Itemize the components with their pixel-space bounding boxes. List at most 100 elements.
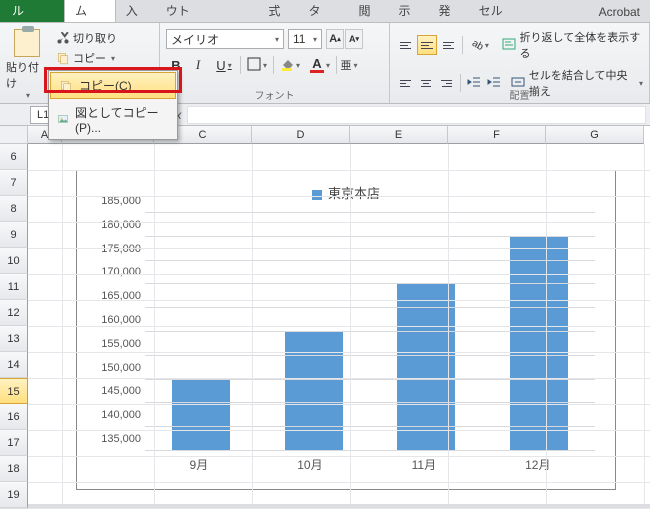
legend-label: 東京本店 <box>328 186 380 201</box>
row-header-11[interactable]: 11 <box>0 274 28 300</box>
row-header-13[interactable]: 13 <box>0 326 28 352</box>
cut-button[interactable]: 切り取り <box>52 29 121 47</box>
grid-area[interactable]: 東京本店 135,000 140,000 145,000 150,000 155,000… <box>28 144 650 504</box>
tab-formulas[interactable]: 数式 <box>258 0 298 22</box>
orientation-button[interactable]: ab▾ <box>467 35 494 55</box>
copy-icon <box>56 51 70 65</box>
font-color-icon: A <box>310 58 324 73</box>
tab-insert[interactable]: 挿入 <box>116 0 156 22</box>
copy-button[interactable]: コピー ▾ <box>52 49 121 67</box>
row-header-15[interactable]: 15 <box>0 378 28 404</box>
chevron-down-icon: ▾ <box>263 61 267 70</box>
chart-y-tick: 155,000 <box>91 338 141 350</box>
picture-icon <box>57 113 69 127</box>
tab-developer[interactable]: 開発 <box>429 0 469 22</box>
border-button[interactable]: ▾ <box>243 55 271 75</box>
tab-data[interactable]: データ <box>298 0 348 22</box>
decrease-font-button[interactable]: A▾ <box>345 29 363 49</box>
column-header-E[interactable]: E <box>350 126 448 144</box>
chevron-down-icon: ▾ <box>26 91 30 100</box>
chart-y-tick: 145,000 <box>91 385 141 397</box>
tab-acrobat[interactable]: Acrobat <box>589 2 650 22</box>
menu-item-copy[interactable]: コピー(C) <box>50 72 176 99</box>
wrap-icon <box>502 37 516 54</box>
legend-swatch <box>312 190 322 200</box>
row-header-17[interactable]: 17 <box>0 430 28 456</box>
ribbon: 貼り付け ▾ 切り取り コピー ▾ <box>0 22 650 104</box>
row-header-19[interactable]: 19 <box>0 482 28 508</box>
embedded-chart[interactable]: 東京本店 135,000 140,000 145,000 150,000 155,000… <box>76 170 616 490</box>
column-header-G[interactable]: G <box>546 126 644 144</box>
chevron-down-icon: ▾ <box>485 41 489 50</box>
row-header-9[interactable]: 9 <box>0 222 28 248</box>
tab-page-layout[interactable]: ページ レイアウト <box>156 0 259 22</box>
formula-bar[interactable] <box>187 106 646 124</box>
chevron-down-icon: ▾ <box>353 61 357 70</box>
group-alignment-label: 配置 <box>390 87 649 102</box>
align-bottom-button[interactable] <box>439 35 458 55</box>
border-icon <box>247 57 261 74</box>
chart-y-tick: 180,000 <box>91 219 141 231</box>
chevron-down-icon: ▾ <box>313 35 317 44</box>
row-header-10[interactable]: 10 <box>0 248 28 274</box>
cut-label: 切り取り <box>73 30 117 46</box>
chart-bar <box>285 332 343 451</box>
paste-button[interactable]: 貼り付け ▾ <box>6 25 48 100</box>
increase-font-button[interactable]: A▴ <box>326 29 344 49</box>
font-size-value: 11 <box>293 32 305 46</box>
worksheet[interactable]: ABCDEFG 678910111213141516171819 東京本店 13… <box>0 126 650 504</box>
align-top-button[interactable] <box>396 35 415 55</box>
tab-file[interactable]: ファイル <box>0 0 64 22</box>
italic-button[interactable]: I <box>188 55 208 75</box>
underline-label: U <box>216 58 225 73</box>
underline-button[interactable]: U▾ <box>210 55 238 75</box>
phonetic-icon: 亜 <box>340 57 351 73</box>
chart-bar <box>510 237 568 451</box>
fill-color-button[interactable]: ▾ <box>276 55 304 75</box>
chart-x-tick: 9月 <box>190 456 209 473</box>
menu-item-copy-as-picture[interactable]: 図としてコピー(P)... <box>49 100 177 139</box>
row-header-7[interactable]: 7 <box>0 170 28 196</box>
tab-home[interactable]: ホーム <box>64 0 116 22</box>
chevron-down-icon: ▾ <box>326 61 330 70</box>
orientation-icon: ab <box>470 37 485 52</box>
chart-y-tick: 170,000 <box>91 266 141 278</box>
chart-y-tick: 150,000 <box>91 362 141 374</box>
column-header-F[interactable]: F <box>448 126 546 144</box>
group-alignment: ab▾ 折り返して全体を表示する セルを結合して中央揃え ▾ <box>390 23 650 103</box>
phonetic-button[interactable]: 亜▾ <box>339 55 359 75</box>
tab-view[interactable]: 表示 <box>389 0 429 22</box>
row-headers: 678910111213141516171819 <box>0 144 28 508</box>
tab-katsuyou[interactable]: 活用しよう！エクセル <box>469 0 589 22</box>
menu-item-copy-label: コピー(C) <box>79 77 132 94</box>
chart-x-labels: 9月10月11月12月 <box>145 456 595 473</box>
group-font-label: フォント <box>160 87 389 102</box>
font-name-select[interactable]: メイリオ ▾ <box>166 29 284 49</box>
row-header-16[interactable]: 16 <box>0 404 28 430</box>
align-middle-button[interactable] <box>417 35 436 55</box>
tab-review[interactable]: 校閲 <box>348 0 388 22</box>
wrap-text-button[interactable]: 折り返して全体を表示する <box>502 29 643 61</box>
wrap-text-label: 折り返して全体を表示する <box>520 29 643 61</box>
row-header-8[interactable]: 8 <box>0 196 28 222</box>
chart-y-tick: 135,000 <box>91 433 141 445</box>
chart-x-tick: 10月 <box>297 456 322 473</box>
chart-y-tick: 140,000 <box>91 409 141 421</box>
font-name-value: メイリオ <box>171 31 219 48</box>
column-header-D[interactable]: D <box>252 126 350 144</box>
paste-label: 貼り付け <box>6 59 48 91</box>
row-header-14[interactable]: 14 <box>0 352 28 378</box>
chevron-down-icon: ▾ <box>228 61 232 70</box>
font-size-select[interactable]: 11 ▾ <box>288 29 322 49</box>
chart-x-tick: 11月 <box>412 456 436 473</box>
row-header-18[interactable]: 18 <box>0 456 28 482</box>
chevron-down-icon: ▾ <box>111 54 115 63</box>
chart-y-tick: 160,000 <box>91 314 141 326</box>
font-color-button[interactable]: A ▾ <box>306 55 334 75</box>
scissors-icon <box>56 31 70 45</box>
select-all-triangle[interactable] <box>0 126 28 144</box>
group-font: メイリオ ▾ 11 ▾ A▴ A▾ B I U▾ ▾ ▾ <box>160 23 390 103</box>
row-header-12[interactable]: 12 <box>0 300 28 326</box>
chevron-down-icon: ▾ <box>275 35 279 44</box>
row-header-6[interactable]: 6 <box>0 144 28 170</box>
